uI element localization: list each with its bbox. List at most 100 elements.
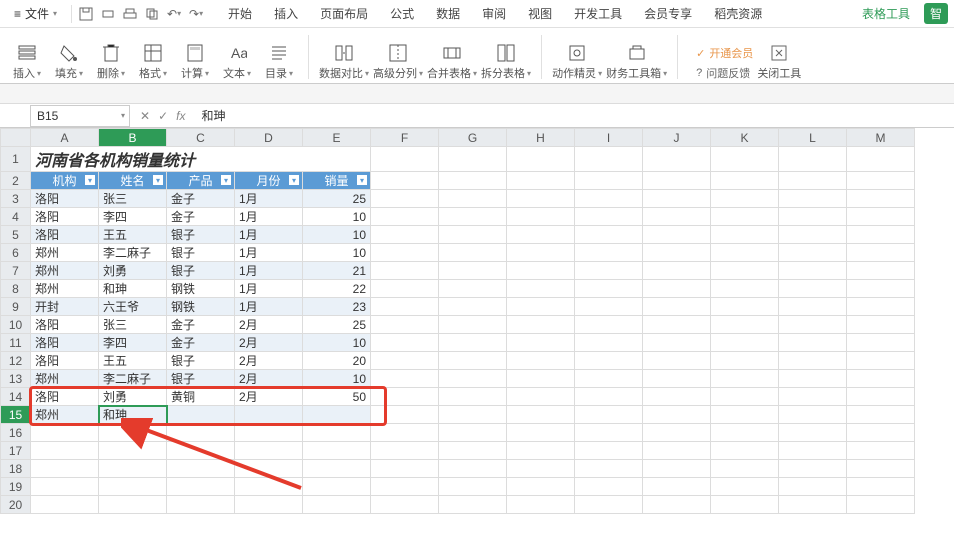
col-header-B[interactable]: B [99, 129, 167, 147]
cell[interactable] [575, 406, 643, 424]
cell[interactable] [31, 424, 99, 442]
cell[interactable] [711, 352, 779, 370]
row-header-12[interactable]: 12 [1, 352, 31, 370]
cell[interactable] [779, 370, 847, 388]
cell-C9[interactable]: 钢铁 [167, 298, 235, 316]
cell[interactable] [847, 244, 915, 262]
cell[interactable] [711, 442, 779, 460]
save-icon[interactable] [78, 6, 94, 22]
cell[interactable] [371, 334, 439, 352]
cell[interactable] [575, 190, 643, 208]
cell[interactable] [235, 478, 303, 496]
row-header-8[interactable]: 8 [1, 280, 31, 298]
cell[interactable] [643, 478, 711, 496]
cell[interactable] [575, 208, 643, 226]
cell[interactable] [439, 190, 507, 208]
cell[interactable] [575, 280, 643, 298]
cell-E8[interactable]: 22 [303, 280, 371, 298]
cell[interactable] [439, 478, 507, 496]
cell-B10[interactable]: 张三 [99, 316, 167, 334]
col-header-F[interactable]: F [371, 129, 439, 147]
cell[interactable] [575, 460, 643, 478]
tab-formula[interactable]: 公式 [388, 1, 416, 26]
cell[interactable] [711, 478, 779, 496]
cell[interactable] [847, 406, 915, 424]
cell[interactable] [575, 370, 643, 388]
cell-D9[interactable]: 1月 [235, 298, 303, 316]
ribbon-text-button[interactable]: Aa文本▾ [218, 43, 256, 81]
cell[interactable] [847, 208, 915, 226]
cell[interactable] [235, 424, 303, 442]
tab-resource[interactable]: 稻壳资源 [712, 1, 764, 26]
accept-icon[interactable]: ✓ [158, 109, 168, 123]
cell[interactable] [371, 226, 439, 244]
cell[interactable] [643, 262, 711, 280]
tab-pagelayout[interactable]: 页面布局 [318, 1, 370, 26]
cell[interactable] [371, 442, 439, 460]
cell-D5[interactable]: 1月 [235, 226, 303, 244]
cell[interactable] [711, 460, 779, 478]
col-header-M[interactable]: M [847, 129, 915, 147]
cell-A10[interactable]: 洛阳 [31, 316, 99, 334]
cell[interactable] [371, 244, 439, 262]
cell-D4[interactable]: 1月 [235, 208, 303, 226]
cell-B14[interactable]: 刘勇 [99, 388, 167, 406]
cell[interactable] [711, 226, 779, 244]
cell[interactable] [643, 280, 711, 298]
cell[interactable] [847, 280, 915, 298]
smart-tag[interactable]: 智 [924, 3, 948, 24]
cell[interactable] [575, 172, 643, 190]
table-header[interactable]: 月份▾ [235, 172, 303, 190]
cell[interactable] [439, 316, 507, 334]
cell[interactable] [507, 226, 575, 244]
cell[interactable] [779, 172, 847, 190]
cell-D10[interactable]: 2月 [235, 316, 303, 334]
cell[interactable] [575, 226, 643, 244]
cell[interactable] [711, 298, 779, 316]
cell-B4[interactable]: 李四 [99, 208, 167, 226]
table-tools-tab[interactable]: 表格工具 [862, 5, 910, 22]
cell[interactable] [779, 147, 847, 172]
ribbon-toc-button[interactable]: 目录▾ [260, 43, 298, 81]
cell-E13[interactable]: 10 [303, 370, 371, 388]
cell[interactable] [711, 190, 779, 208]
cell[interactable] [439, 352, 507, 370]
row-header-14[interactable]: 14 [1, 388, 31, 406]
cell[interactable] [847, 316, 915, 334]
cell[interactable] [779, 442, 847, 460]
cell[interactable] [371, 208, 439, 226]
cell-D13[interactable]: 2月 [235, 370, 303, 388]
cell[interactable] [371, 388, 439, 406]
cell-A8[interactable]: 郑州 [31, 280, 99, 298]
row-header-3[interactable]: 3 [1, 190, 31, 208]
col-header-G[interactable]: G [439, 129, 507, 147]
row-header-15[interactable]: 15 [1, 406, 31, 424]
cell[interactable] [711, 262, 779, 280]
cell-A3[interactable]: 洛阳 [31, 190, 99, 208]
copy-icon[interactable] [144, 6, 160, 22]
cell[interactable] [371, 262, 439, 280]
cell[interactable] [575, 298, 643, 316]
cell-D6[interactable]: 1月 [235, 244, 303, 262]
cell-B15[interactable]: 和珅 [99, 406, 167, 424]
cell[interactable] [167, 424, 235, 442]
cell[interactable] [711, 370, 779, 388]
col-header-H[interactable]: H [507, 129, 575, 147]
cell[interactable] [167, 442, 235, 460]
cell[interactable] [439, 370, 507, 388]
cell-A9[interactable]: 开封 [31, 298, 99, 316]
cell[interactable] [439, 244, 507, 262]
cell-E5[interactable]: 10 [303, 226, 371, 244]
cell[interactable] [643, 496, 711, 514]
cell[interactable] [371, 460, 439, 478]
cell[interactable] [847, 388, 915, 406]
cell[interactable] [439, 460, 507, 478]
cell-E7[interactable]: 21 [303, 262, 371, 280]
cell[interactable] [643, 316, 711, 334]
cell[interactable] [31, 478, 99, 496]
cell[interactable] [507, 280, 575, 298]
cell[interactable] [847, 496, 915, 514]
cell[interactable] [507, 298, 575, 316]
cell[interactable] [507, 478, 575, 496]
cell[interactable] [439, 424, 507, 442]
